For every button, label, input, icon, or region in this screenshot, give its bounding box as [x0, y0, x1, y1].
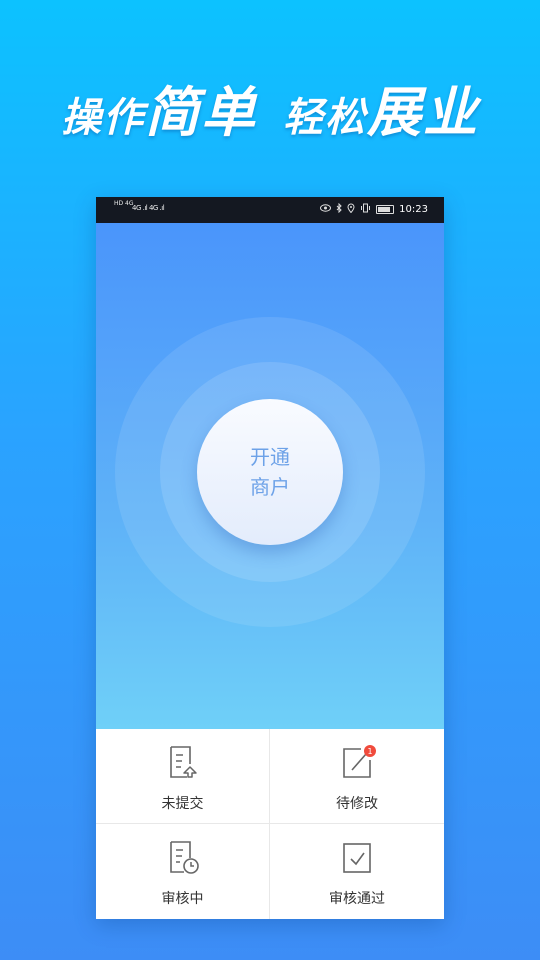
- headline-part-2: 简单: [145, 81, 257, 144]
- menu-item-pending-edit[interactable]: 1 待修改: [270, 729, 444, 824]
- network-badges: HD 4G: [114, 200, 134, 207]
- battery-icon: [376, 205, 395, 214]
- menu-item-not-submitted[interactable]: 未提交: [96, 729, 270, 824]
- headline-part-1: 操作: [61, 95, 145, 141]
- open-merchant-button[interactable]: 开通 商户: [197, 399, 343, 545]
- menu-item-label: 审核中: [161, 891, 204, 907]
- location-icon: [347, 203, 355, 216]
- menu-item-label: 未提交: [161, 796, 204, 812]
- status-time: 10:23: [399, 204, 428, 215]
- phone-screen: HD 4G 4G .ıl 4G .ıl 10:23 开通 商户 未提交 1 待修…: [96, 197, 444, 919]
- open-merchant-label-line2: 商户: [250, 475, 290, 499]
- edit-icon: 1: [343, 745, 376, 778]
- status-menu-grid: 未提交 1 待修改 审核中 审核通过: [96, 729, 444, 919]
- document-clock-icon: [169, 841, 199, 874]
- hero-area: 开通 商户: [96, 223, 444, 729]
- eye-icon: [320, 204, 332, 215]
- vibrate-icon: [360, 203, 371, 216]
- menu-item-approved[interactable]: 审核通过: [270, 824, 444, 919]
- bluetooth-icon: [336, 202, 342, 216]
- approved-check-icon: [343, 843, 371, 873]
- menu-item-label: 审核通过: [329, 891, 385, 907]
- headline-part-3: 轻松: [283, 95, 367, 141]
- signal-strength: 4G .ıl 4G .ıl: [132, 204, 165, 212]
- menu-item-label: 待修改: [336, 796, 378, 812]
- menu-item-under-review[interactable]: 审核中: [96, 824, 270, 919]
- edit-badge-count: 1: [367, 747, 372, 756]
- headline-part-4: 展业: [367, 81, 479, 144]
- status-bar: HD 4G 4G .ıl 4G .ıl 10:23: [96, 197, 444, 223]
- headline: 操作简单 轻松展业: [0, 68, 540, 147]
- document-upload-icon: [169, 746, 197, 778]
- open-merchant-label-line1: 开通: [250, 445, 290, 469]
